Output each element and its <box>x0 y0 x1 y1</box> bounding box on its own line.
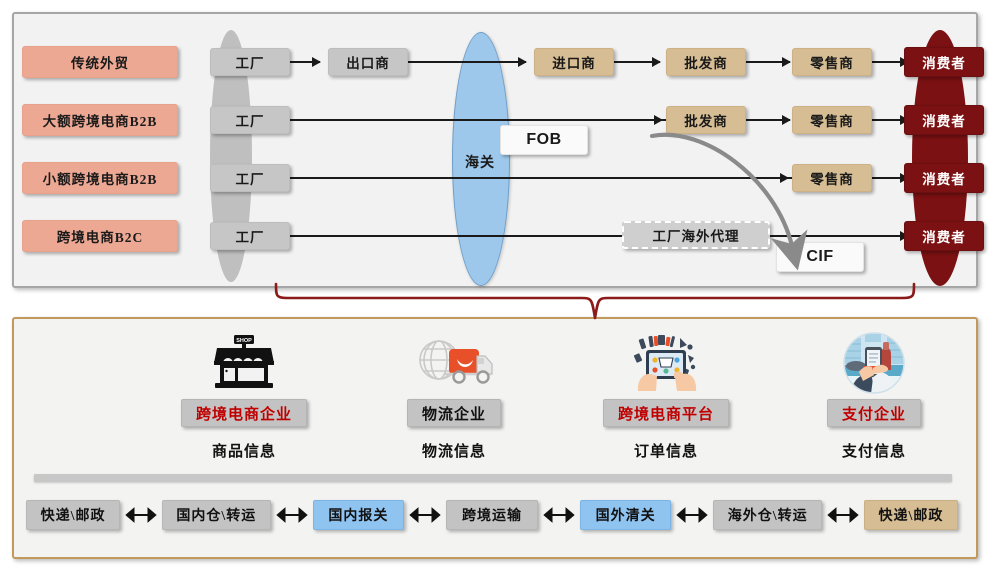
node-wholesaler-row1: 批发商 <box>666 48 746 76</box>
section-connector-brace <box>274 282 916 320</box>
chain-step-overseas-warehouse: 海外仓\转运 <box>713 500 822 530</box>
incoterm-fob: FOB <box>500 125 588 155</box>
node-retailer-row1: 零售商 <box>792 48 872 76</box>
chain-step-express-overseas: 快递\邮政 <box>863 500 958 530</box>
entity-ecommerce-enterprise: SHOP 跨境电商企业 商品信息 <box>149 331 339 461</box>
node-factory-row1: 工厂 <box>210 48 290 76</box>
chain-step-express-domestic: 快递\邮政 <box>26 500 121 530</box>
entity-caption-product-info: 商品信息 <box>211 444 276 460</box>
entity-ecommerce-platform: 跨境电商平台 订单信息 <box>571 331 761 461</box>
tablet-icon <box>571 331 761 395</box>
arrowhead-r1-d <box>782 57 791 67</box>
fob-to-cif-curved-arrow <box>649 132 808 271</box>
entity-label-payment-enterprise: 支付企业 <box>826 399 921 427</box>
diagram-canvas: 海关 传统外贸 工厂 出口商 进口商 批发商 零售商 消费者 大额跨境电商B2B… <box>0 0 1000 570</box>
node-importer-row1: 进口商 <box>534 48 614 76</box>
node-factory-row4: 工厂 <box>210 222 290 250</box>
chain-arrow-4 <box>543 507 575 523</box>
chain-arrow-5 <box>676 507 709 523</box>
mode-label-b2c: 跨境电商B2C <box>22 220 178 252</box>
chain-step-domestic-declaration: 国内报关 <box>312 500 405 530</box>
payment-icon <box>779 331 969 395</box>
customs-label: 海关 <box>465 156 495 171</box>
chain-step-cross-border-transport: 跨境运输 <box>446 500 538 530</box>
node-consumer-row1: 消费者 <box>904 47 984 77</box>
link-r4-a <box>290 235 622 237</box>
node-consumer-row3: 消费者 <box>904 163 984 193</box>
chain-arrow-3 <box>409 507 441 523</box>
chain-arrow-6 <box>827 507 859 523</box>
node-factory-row2: 工厂 <box>210 106 290 134</box>
logistics-icon <box>359 331 549 395</box>
link-r1-b <box>408 61 526 63</box>
entity-logistics-enterprise: 物流企业 物流信息 <box>359 331 549 461</box>
entity-label-logistics-enterprise: 物流企业 <box>406 399 501 427</box>
mode-label-small-b2b: 小额跨境电商B2B <box>22 162 178 194</box>
trade-mode-panel: 海关 传统外贸 工厂 出口商 进口商 批发商 零售商 消费者 大额跨境电商B2B… <box>12 12 984 288</box>
chain-arrow-2 <box>275 507 308 523</box>
entity-label-ecommerce-platform: 跨境电商平台 <box>602 399 729 427</box>
node-consumer-row4: 消费者 <box>904 221 984 251</box>
arrowhead-r1-c <box>652 57 661 67</box>
arrowhead-r1-b <box>518 57 527 67</box>
chain-step-domestic-warehouse: 国内仓\转运 <box>162 500 271 530</box>
chain-arrow-1 <box>125 507 157 523</box>
chain-step-foreign-clearance: 国外清关 <box>579 500 672 530</box>
link-r2-a <box>290 119 666 121</box>
node-consumer-row2: 消费者 <box>904 105 984 135</box>
svg-text:SHOP: SHOP <box>236 338 252 344</box>
entity-payment-enterprise: 支付企业 支付信息 <box>779 331 969 461</box>
entity-label-ecommerce-enterprise: 跨境电商企业 <box>180 399 307 427</box>
chain-rail <box>34 474 952 482</box>
entity-caption-payment-info: 支付信息 <box>841 444 906 460</box>
mode-label-traditional: 传统外贸 <box>22 46 178 78</box>
arrowhead-r1-a <box>312 57 321 67</box>
entity-caption-order-info: 订单信息 <box>633 444 698 460</box>
shop-icon: SHOP <box>149 331 339 395</box>
node-exporter-row1: 出口商 <box>328 48 408 76</box>
mode-label-large-b2b: 大额跨境电商B2B <box>22 104 178 136</box>
entity-caption-logistics-info: 物流信息 <box>421 444 486 460</box>
node-factory-row3: 工厂 <box>210 164 290 192</box>
